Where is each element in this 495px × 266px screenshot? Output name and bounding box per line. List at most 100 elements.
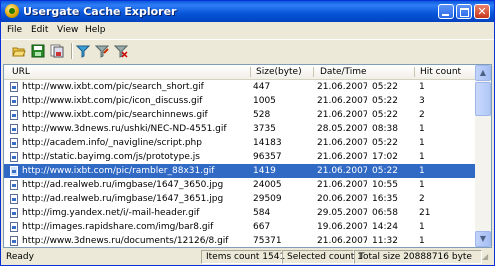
- url-cell: http://www.ixbt.com/pic/rambler_88x31.gi…: [22, 166, 215, 176]
- column-datetime[interactable]: Date/Time: [320, 67, 367, 79]
- time-cell: 08:38: [372, 124, 398, 134]
- filter-clear-icon[interactable]: [113, 44, 129, 58]
- time-cell: 05:22: [372, 166, 398, 176]
- menu-bar: File Edit View Help: [1, 22, 494, 39]
- date-cell: 19.06.2007: [317, 222, 367, 232]
- scroll-up-button[interactable]: ▲: [475, 65, 491, 81]
- size-cell: 75371: [253, 236, 282, 246]
- file-icon: [10, 180, 18, 190]
- status-selected-count: Selected count 1: [282, 250, 363, 264]
- hit-count-cell: 1: [419, 180, 425, 190]
- scroll-thumb[interactable]: [475, 82, 491, 116]
- hit-count-cell: 1: [419, 236, 425, 246]
- status-total-size: Total size 20888716 byte: [354, 250, 482, 264]
- url-cell: http://www.ixbt.com/pic/icon_discuss.gif: [22, 96, 203, 106]
- file-icon: [10, 96, 18, 106]
- date-cell: 20.06.2007: [317, 194, 367, 204]
- column-url[interactable]: URL: [12, 67, 30, 79]
- time-cell: 16:35: [372, 194, 398, 204]
- table-row[interactable]: http://www.ixbt.com/pic/search_short.gif…: [4, 80, 491, 94]
- size-cell: 29509: [253, 194, 282, 204]
- save-all-icon[interactable]: [50, 44, 64, 58]
- table-row[interactable]: http://www.ixbt.com/pic/icon_discuss.gif…: [4, 94, 491, 108]
- hit-count-cell: 2: [419, 110, 425, 120]
- toolbar-separator: [71, 43, 73, 59]
- hit-count-cell: 21: [419, 208, 431, 218]
- size-cell: 1005: [253, 96, 276, 106]
- scroll-down-button[interactable]: ▼: [475, 231, 491, 247]
- time-cell: 05:22: [372, 82, 398, 92]
- size-cell: 96357: [253, 152, 282, 162]
- app-icon[interactable]: [5, 4, 19, 18]
- hit-count-cell: 1: [419, 222, 425, 232]
- filter-edit-icon[interactable]: [94, 44, 110, 58]
- url-cell: http://www.ixbt.com/pic/search_short.gif: [22, 82, 204, 92]
- size-cell: 667: [253, 222, 271, 232]
- table-row[interactable]: http://img.yandex.net/i/-mail-header.gif…: [4, 206, 491, 220]
- file-icon: [10, 124, 18, 134]
- file-icon: [10, 152, 18, 162]
- filter-icon[interactable]: [75, 44, 91, 58]
- toolbar: [1, 39, 494, 62]
- cache-list[interactable]: URL Size(byte) Date/Time Hit count http:…: [3, 64, 492, 248]
- column-divider[interactable]: [250, 67, 251, 77]
- table-row[interactable]: http://www.3dnews.ru/documents/12126/8.g…: [4, 234, 491, 247]
- menu-file[interactable]: File: [7, 25, 22, 35]
- column-size[interactable]: Size(byte): [256, 67, 302, 79]
- url-cell: http://www.3dnews.ru/ushki/NEC-ND-4551.g…: [22, 124, 227, 134]
- table-row[interactable]: http://static.bayimg.com/js/prototype.js…: [4, 150, 491, 164]
- hit-count-cell: 1: [419, 152, 425, 162]
- menu-edit[interactable]: Edit: [31, 25, 48, 35]
- column-hit-count[interactable]: Hit count: [420, 67, 461, 79]
- size-cell: 24005: [253, 180, 282, 190]
- table-row[interactable]: http://www.ixbt.com/pic/rambler_88x31.gi…: [4, 164, 491, 178]
- title-bar[interactable]: Usergate Cache Explorer ✕: [1, 1, 494, 22]
- table-row[interactable]: http://www.3dnews.ru/ushki/NEC-ND-4551.g…: [4, 122, 491, 136]
- table-row[interactable]: http://www.ixbt.com/pic/searchinnews.gif…: [4, 108, 491, 122]
- size-cell: 447: [253, 82, 271, 92]
- file-icon: [10, 82, 18, 92]
- hit-count-cell: 3: [419, 96, 425, 106]
- size-cell: 1419: [253, 166, 276, 176]
- maximize-button[interactable]: [456, 4, 472, 19]
- table-row[interactable]: http://images.rapidshare.com/img/bar8.gi…: [4, 220, 491, 234]
- table-row[interactable]: http://ad.realweb.ru/imgbase/1647_3650.j…: [4, 178, 491, 192]
- open-folder-icon[interactable]: [12, 44, 26, 58]
- date-cell: 28.05.2007: [317, 124, 367, 134]
- size-cell: 584: [253, 208, 271, 218]
- file-icon: [10, 236, 18, 246]
- url-cell: http://img.yandex.net/i/-mail-header.gif: [22, 208, 200, 218]
- column-divider[interactable]: [313, 67, 314, 77]
- time-cell: 05:22: [372, 96, 398, 106]
- time-cell: 17:02: [372, 152, 398, 162]
- size-cell: 528: [253, 110, 271, 120]
- close-button[interactable]: ✕: [474, 4, 490, 19]
- date-cell: 29.05.2007: [317, 208, 367, 218]
- save-icon[interactable]: [31, 44, 45, 58]
- date-cell: 21.06.2007: [317, 110, 367, 120]
- resize-grip-icon[interactable]: ◢: [482, 252, 492, 262]
- status-bar: Ready Items count 1541 Selected count 1 …: [1, 249, 494, 265]
- hit-count-cell: 1: [419, 124, 425, 134]
- time-cell: 06:58: [372, 208, 398, 218]
- file-icon: [10, 166, 18, 176]
- hit-count-cell: 1: [419, 138, 425, 148]
- date-cell: 21.06.2007: [317, 180, 367, 190]
- menu-view[interactable]: View: [57, 25, 78, 35]
- column-divider[interactable]: [414, 67, 415, 77]
- file-icon: [10, 208, 18, 218]
- url-cell: http://ad.realweb.ru/imgbase/1647_3651.j…: [22, 194, 224, 204]
- list-header: URL Size(byte) Date/Time Hit count: [4, 65, 491, 80]
- time-cell: 11:32: [372, 236, 398, 246]
- table-row[interactable]: http://ad.realweb.ru/imgbase/1647_3651.j…: [4, 192, 491, 206]
- menu-help[interactable]: Help: [85, 25, 106, 35]
- file-icon: [10, 194, 18, 204]
- minimize-icon: [442, 14, 449, 16]
- time-cell: 05:22: [372, 138, 398, 148]
- file-icon: [10, 110, 18, 120]
- table-row[interactable]: http://academ.info/_navigline/script.php…: [4, 136, 491, 150]
- vertical-scrollbar[interactable]: ▲ ▼: [475, 65, 491, 247]
- app-window: Usergate Cache Explorer ✕ File Edit View…: [0, 0, 495, 266]
- date-cell: 21.06.2007: [317, 138, 367, 148]
- minimize-button[interactable]: [438, 4, 454, 19]
